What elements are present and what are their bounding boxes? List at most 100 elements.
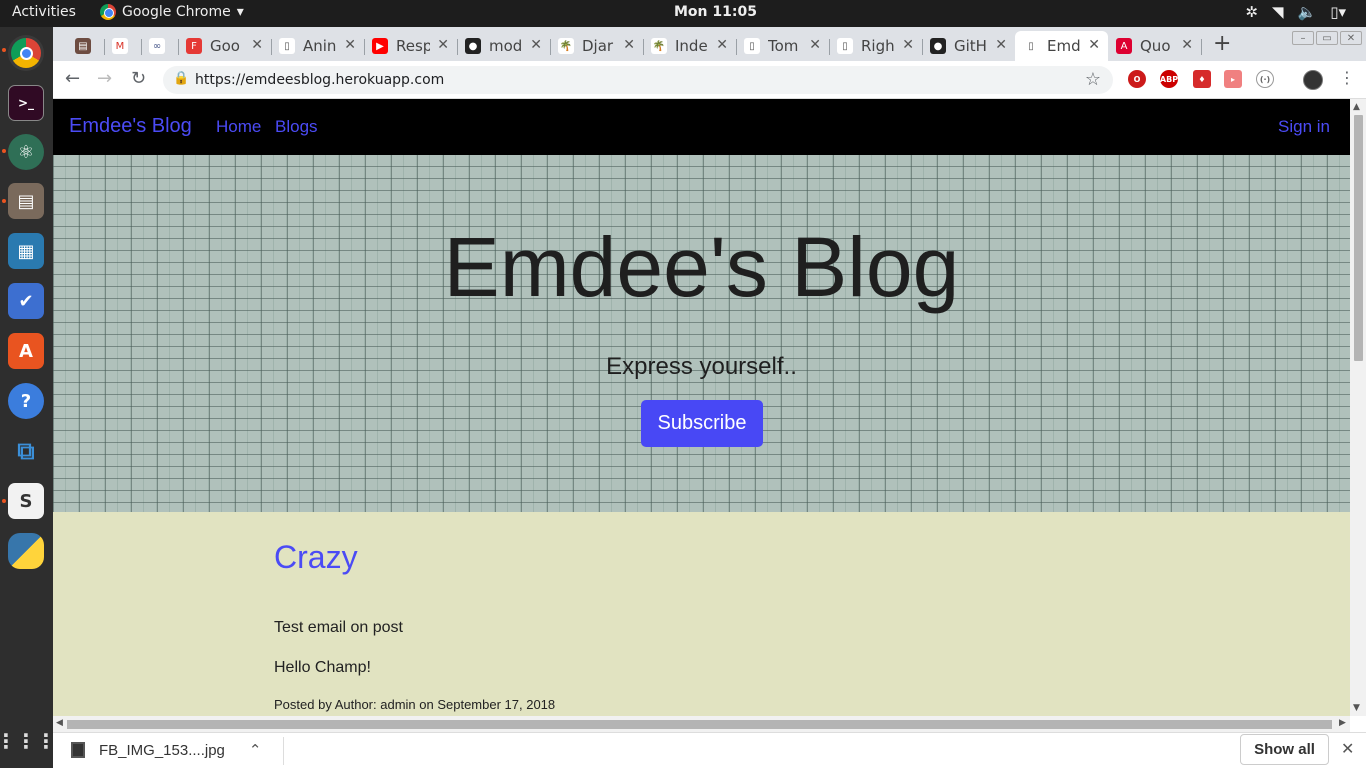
software-center-launcher-icon[interactable]: A: [8, 333, 44, 369]
browser-tab[interactable]: ▯ Righ ✕: [829, 31, 922, 61]
close-tab-icon[interactable]: ✕: [1181, 37, 1193, 53]
power-icon[interactable]: ▯▾: [1330, 3, 1346, 21]
address-bar[interactable]: 🔒 https://emdeesblog.herokuapp.com ☆: [163, 66, 1113, 94]
browser-tab[interactable]: M: [104, 31, 141, 61]
clock[interactable]: Mon 11:05: [674, 4, 757, 20]
profile-avatar[interactable]: [1303, 70, 1323, 90]
youtube-icon: ▶: [372, 38, 388, 54]
browser-tab[interactable]: ▯ Tom ✕: [736, 31, 829, 61]
sign-in-link[interactable]: Sign in: [1278, 117, 1330, 137]
maximize-button[interactable]: ▭: [1316, 31, 1338, 45]
close-tab-icon[interactable]: ✕: [995, 37, 1007, 53]
cast-extension-icon[interactable]: ▸: [1224, 70, 1242, 88]
activities-button[interactable]: Activities: [12, 4, 76, 20]
horizontal-scroll-thumb[interactable]: [67, 720, 1332, 729]
site-brand-link[interactable]: Emdee's Blog: [69, 115, 192, 138]
dock: >_ ⚛ ▤ ▦ ✔ A ? ⧉ S ⋮⋮⋮: [0, 27, 56, 768]
close-tab-icon[interactable]: ✕: [1088, 37, 1100, 53]
show-all-button[interactable]: Show all: [1240, 734, 1329, 765]
extension-icon[interactable]: (·): [1256, 70, 1274, 88]
chevron-up-icon[interactable]: ⌃: [249, 741, 262, 759]
menu-icon[interactable]: ⋮: [1339, 68, 1355, 87]
adblock-plus-icon[interactable]: ABP: [1160, 70, 1178, 88]
browser-tab[interactable]: 🌴 Inde ✕: [643, 31, 736, 61]
window-controls: – ▭ ✕: [1292, 31, 1362, 45]
vertical-scroll-thumb[interactable]: [1354, 115, 1363, 361]
reload-button[interactable]: ↻: [131, 68, 146, 89]
tab-title: Resp: [396, 37, 430, 55]
app-menu[interactable]: Google Chrome ▾: [100, 4, 244, 20]
browser-tab[interactable]: 🌴 Djar ✕: [550, 31, 643, 61]
browser-tab[interactable]: F Goo ✕: [178, 31, 271, 61]
running-indicator: [2, 149, 6, 153]
browser-tab[interactable]: ▤: [67, 31, 104, 61]
forward-button[interactable]: →: [97, 68, 112, 89]
post-subtitle: Test email on post: [274, 619, 403, 636]
nav-blogs-link[interactable]: Blogs: [275, 117, 318, 137]
close-tab-icon[interactable]: ✕: [251, 37, 263, 53]
site-navbar: Emdee's Blog Home Blogs Sign in: [53, 99, 1350, 155]
scroll-up-arrow-icon[interactable]: ▲: [1353, 102, 1360, 112]
close-tab-icon[interactable]: ✕: [437, 37, 449, 53]
scroll-left-arrow-icon[interactable]: ◀: [56, 718, 63, 728]
browser-tab[interactable]: ∞: [141, 31, 178, 61]
bookmark-icon: ▤: [75, 38, 91, 54]
close-tab-icon[interactable]: ✕: [530, 37, 542, 53]
minimize-button[interactable]: –: [1292, 31, 1314, 45]
writer-launcher-icon[interactable]: ▦: [8, 233, 44, 269]
page-icon: ▯: [837, 38, 853, 54]
subscribe-button[interactable]: Subscribe: [641, 400, 763, 447]
python-launcher-icon[interactable]: [8, 533, 44, 569]
back-button[interactable]: ←: [65, 68, 80, 89]
close-window-button[interactable]: ✕: [1340, 31, 1362, 45]
shield-extension-icon[interactable]: ♦: [1193, 70, 1211, 88]
atom-launcher-icon[interactable]: ⚛: [8, 134, 44, 170]
browser-tab[interactable]: ▯ Anin ✕: [271, 31, 364, 61]
image-file-icon: [71, 742, 85, 758]
browser-tab[interactable]: ● mod ✕: [457, 31, 550, 61]
tab-title: Quo: [1140, 37, 1171, 55]
volume-icon[interactable]: 🔈: [1298, 3, 1317, 21]
wifi-icon[interactable]: ◥: [1272, 3, 1284, 21]
help-launcher-icon[interactable]: ?: [8, 383, 44, 419]
nav-home-link[interactable]: Home: [216, 117, 261, 137]
palm-icon: 🌴: [651, 38, 667, 54]
bookmark-star-icon[interactable]: ☆: [1085, 69, 1101, 90]
vertical-scrollbar[interactable]: ▲ ▼: [1350, 99, 1366, 716]
tab-title: Emd: [1047, 37, 1081, 55]
files-launcher-icon[interactable]: ▤: [8, 183, 44, 219]
download-item[interactable]: FB_IMG_153....jpg ⌃: [71, 741, 261, 759]
chrome-launcher-icon[interactable]: [8, 35, 44, 71]
close-tab-icon[interactable]: ✕: [809, 37, 821, 53]
browser-tab[interactable]: A Quo ✕: [1108, 31, 1201, 61]
close-tab-icon[interactable]: ✕: [623, 37, 635, 53]
close-tab-icon[interactable]: ✕: [902, 37, 914, 53]
todo-launcher-icon[interactable]: ✔: [8, 283, 44, 319]
close-tab-icon[interactable]: ✕: [344, 37, 356, 53]
new-tab-button[interactable]: +: [1213, 31, 1231, 56]
close-download-shelf-icon[interactable]: ✕: [1341, 739, 1354, 759]
lock-icon[interactable]: 🔒: [173, 71, 189, 86]
opera-extension-icon[interactable]: O: [1128, 70, 1146, 88]
hero-banner: Emdee's Blog Express yourself.. Subscrib…: [53, 155, 1350, 512]
slack-launcher-icon[interactable]: S: [8, 483, 44, 519]
accessibility-icon[interactable]: ✲: [1245, 3, 1258, 21]
terminal-launcher-icon[interactable]: >_: [8, 85, 44, 121]
post-title-link[interactable]: Crazy: [274, 539, 358, 576]
close-tab-icon[interactable]: ✕: [716, 37, 728, 53]
post-meta: Posted by Author: admin on September 17,…: [274, 697, 556, 712]
post-body: Hello Champ!: [274, 659, 371, 676]
tab-title: Anin: [303, 37, 337, 55]
browser-tab[interactable]: ▶ Resp ✕: [364, 31, 457, 61]
address-url[interactable]: https://emdeesblog.herokuapp.com: [195, 72, 444, 88]
system-tray[interactable]: ✲ ◥ 🔈 ▯▾: [1245, 3, 1346, 21]
blog-post: Crazy Test email on post Hello Champ! Po…: [274, 539, 555, 712]
scroll-right-arrow-icon[interactable]: ▶: [1339, 718, 1346, 728]
app-grid-icon[interactable]: ⋮⋮⋮: [0, 723, 56, 759]
tab-active[interactable]: ▯ Emd ✕: [1015, 31, 1108, 61]
vscode-launcher-icon[interactable]: ⧉: [8, 433, 44, 469]
palm-icon: 🌴: [558, 38, 574, 54]
browser-tab[interactable]: ● GitH ✕: [922, 31, 1015, 61]
scroll-down-arrow-icon[interactable]: ▼: [1353, 703, 1360, 713]
horizontal-scrollbar[interactable]: ◀ ▶: [53, 716, 1350, 732]
